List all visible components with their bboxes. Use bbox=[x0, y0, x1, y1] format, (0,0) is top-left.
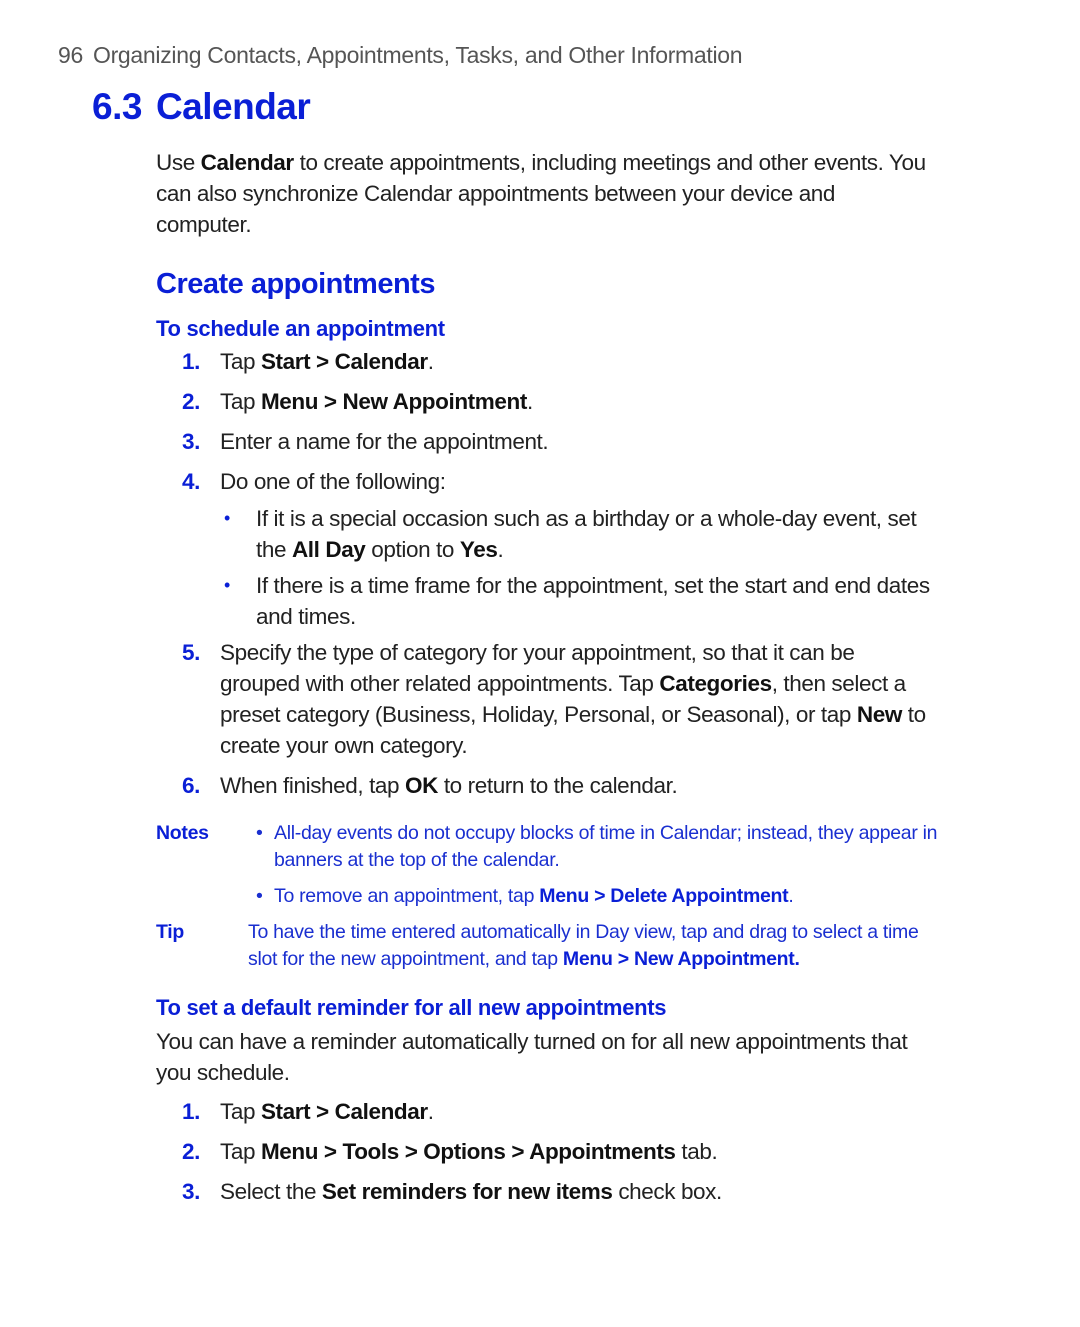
bullet-item: • If there is a time frame for the appoin… bbox=[224, 573, 930, 629]
notes-block: Notes • All-day events do not occupy block… bbox=[156, 820, 946, 973]
schedule-appointment-subheading: To schedule an appointment bbox=[156, 316, 445, 341]
reminder-intro: You can have a reminder automatically tu… bbox=[156, 1029, 908, 1085]
step-item: 2. Tap Menu > New Appointment. bbox=[182, 389, 533, 414]
step-item: 3. Select the Set reminders for new items… bbox=[182, 1179, 722, 1204]
page-number: 96 bbox=[58, 42, 83, 68]
section-name: Calendar bbox=[155, 86, 311, 127]
step-item: 1. Tap Start > Calendar. bbox=[182, 349, 434, 374]
step-item: 1. Tap Start > Calendar. bbox=[182, 1099, 434, 1124]
note-item: • To remove an appointment, tap Menu > De… bbox=[256, 885, 794, 907]
intro-paragraph: Use Calendar to create appointments, inc… bbox=[156, 150, 926, 237]
step-item: 2. Tap Menu > Tools > Options > Appointme… bbox=[182, 1139, 718, 1164]
note-item: Notes • All-day events do not occupy block… bbox=[156, 822, 938, 871]
reminder-steps: 1. Tap Start > Calendar. 2. Tap Menu > Too… bbox=[156, 1096, 936, 1207]
create-appointments-heading: Create appointments bbox=[156, 268, 435, 300]
bullet-item: • If it is a special occasion such as a b… bbox=[224, 506, 917, 562]
step-item: 5. Specify the type of category for your … bbox=[182, 640, 926, 758]
tip-label: Tip bbox=[156, 921, 184, 943]
notes-label: Notes bbox=[156, 822, 209, 844]
default-reminder-subheading: To set a default reminder for all new ap… bbox=[156, 995, 667, 1020]
step-item: 4. Do one of the following: • If it is a s… bbox=[156, 466, 936, 632]
tip-block: Tip To have the time entered automaticall… bbox=[156, 921, 919, 970]
step-item: 3. Enter a name for the appointment. bbox=[182, 429, 549, 454]
step4-bullets: • If it is a special occasion such as a b… bbox=[220, 503, 936, 632]
step-item: 6. When finished, tap OK to return to the… bbox=[182, 773, 678, 798]
schedule-steps: 1. Tap Start > Calendar. 2. Tap Menu > New… bbox=[156, 346, 936, 801]
section-number: 6.3 bbox=[92, 86, 142, 127]
chapter-title: Organizing Contacts, Appointments, Tasks… bbox=[92, 42, 743, 68]
section-title: 6.3 Calendar bbox=[92, 86, 311, 128]
running-header: 96 Organizing Contacts, Appointments, Tas… bbox=[58, 42, 743, 69]
